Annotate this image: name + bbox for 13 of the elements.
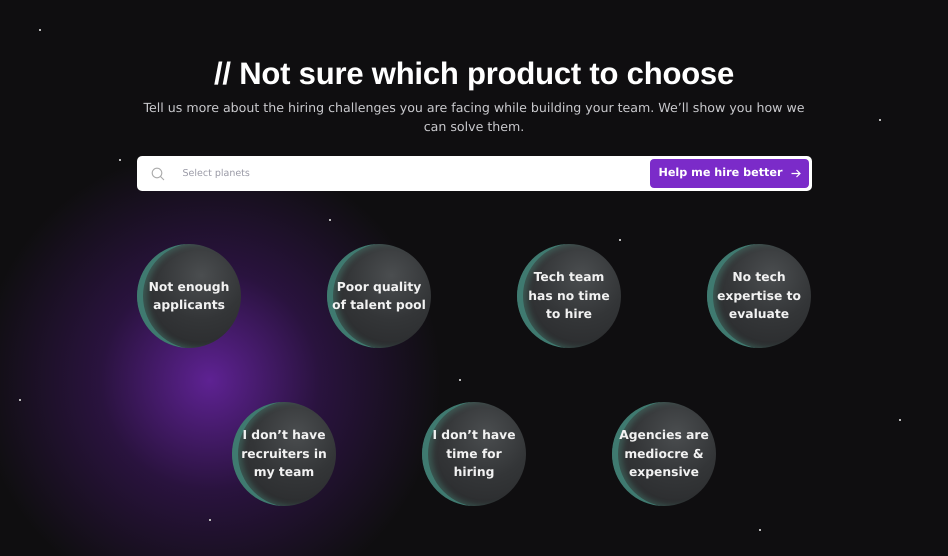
planet-option[interactable]: Agencies are mediocre & expensive: [612, 402, 716, 506]
hire-button[interactable]: Help me hire better: [650, 159, 808, 188]
search-field[interactable]: Select planets Help me hire better: [136, 156, 812, 192]
planet-option[interactable]: I don’t have recruiters in my team: [232, 402, 336, 506]
search-icon: [150, 166, 164, 181]
planet-option[interactable]: Poor quality of talent pool: [327, 244, 431, 348]
planet-option[interactable]: I don’t have time for hiring: [422, 402, 526, 506]
planet-option[interactable]: No tech expertise to evaluate: [707, 244, 811, 348]
planet-option[interactable]: Not enough applicants: [137, 244, 241, 348]
subtitle: Tell us more about the hiring challenges you are facing while building your team. We’ll show you how we can solve them.: [142, 99, 806, 136]
page-heading: // Not sure which product to choose: [212, 55, 736, 92]
arrow-right-icon: [790, 169, 800, 178]
planet-option[interactable]: Tech team has no time to hire: [517, 244, 621, 348]
